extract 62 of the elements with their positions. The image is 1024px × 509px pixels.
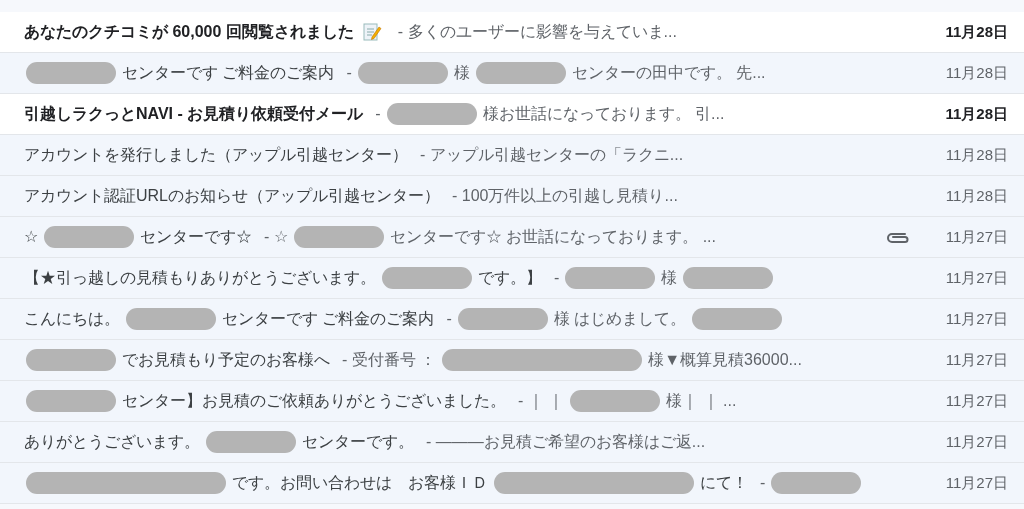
- message-row[interactable]: アカウントを発行しました（アップル引越センター） - アップル引越センターの「ラクニ... 11月28日: [0, 135, 1024, 176]
- subject-text: アカウントを発行しました（アップル引越センター）: [24, 145, 408, 165]
- snippet-text: センターの田中です。 先...: [571, 63, 766, 83]
- date-text: 11月27日: [944, 390, 1008, 411]
- subject-text: センター】お見積のご依頼ありがとうございました。: [122, 391, 506, 411]
- message-row[interactable]: でお見積もり予定のお客様へ - 受付番号 ： 様▼概算見積36000... 11月27日: [0, 340, 1024, 381]
- snippet-text: -: [554, 268, 560, 288]
- date-text: 11月28日: [944, 103, 1008, 124]
- subject-text: あなたのクチコミが 60,000 回閲覧されました: [24, 22, 354, 43]
- message-row[interactable]: ありがとうございます。 センターです。 - ―――お見積ご希望のお客様はご返... 11月27日: [0, 422, 1024, 463]
- message-row[interactable]: センターです ご料金のご案内 - 様 センターの田中です。 先... 11月28日: [0, 53, 1024, 94]
- date-text: 11月28日: [944, 62, 1008, 83]
- subject-text: こんにちは。: [24, 309, 120, 329]
- message-row[interactable]: です。お問い合わせは お客様ＩＤ にて！ - 11月27日: [0, 463, 1024, 504]
- snippet-text: - 100万件以上の引越し見積り...: [452, 186, 678, 206]
- snippet-text: 様▼概算見積36000...: [648, 350, 802, 370]
- date-text: 11月27日: [944, 472, 1008, 493]
- date-text: 11月27日: [944, 226, 1008, 247]
- snippet-text: - アップル引越センターの「ラクニ...: [420, 145, 684, 165]
- snippet-text: -: [375, 104, 381, 124]
- subject-text: アカウント認証URLのお知らせ（アップル引越センター）: [24, 186, 440, 206]
- message-row[interactable]: センター】お見積のご依頼ありがとうございました。 - ｜ ｜ 様｜ ｜ ... 11月27日: [0, 381, 1024, 422]
- subject-text: センターです ご料金のご案内: [222, 309, 435, 329]
- snippet-text: - ｜ ｜: [518, 391, 565, 412]
- snippet-text: - ☆: [264, 227, 288, 247]
- snippet-text: -: [346, 63, 352, 83]
- date-text: 11月27日: [944, 431, 1008, 452]
- snippet-text: 様｜ ｜ ...: [666, 391, 737, 412]
- snippet-text: -: [760, 473, 766, 493]
- subject-text: センターです。: [302, 432, 414, 452]
- snippet-text: - 多くのユーザーに影響を与えていま...: [397, 22, 677, 42]
- date-text: 11月27日: [944, 308, 1008, 329]
- date-text: 11月28日: [944, 144, 1008, 165]
- message-row[interactable]: ☆ センターです☆ - ☆ センターです☆ お世話になっております。 ... 11月27日: [0, 217, 1024, 258]
- message-row[interactable]: あなたのクチコミが 60,000 回閲覧されました - 多くのユーザーに影響を与えていま... 11月28日: [0, 12, 1024, 53]
- date-text: 11月28日: [944, 21, 1008, 42]
- message-row[interactable]: アカウント認証URLのお知らせ（アップル引越センター） - 100万件以上の引越し見積り... 11月28日: [0, 176, 1024, 217]
- subject-text: でお見積もり予定のお客様へ: [122, 350, 330, 370]
- snippet-text: 様 はじめまして。: [553, 309, 687, 329]
- subject-text: にて！: [700, 473, 748, 493]
- message-row[interactable]: こんにちは。 センターです ご料金のご案内 - 様 はじめまして。 11月27日: [0, 299, 1024, 340]
- date-text: 11月28日: [944, 185, 1008, 206]
- subject-text: 【★引っ越しの見積もりありがとうございます。: [24, 268, 376, 288]
- message-row[interactable]: 引越しラクっとNAVI - お見積り依頼受付メール - 様お世話になっております。 引... 11月28日: [0, 94, 1024, 135]
- subject-text: です。】: [478, 268, 542, 288]
- snippet-text: - ―――お見積ご希望のお客様はご返...: [426, 432, 706, 452]
- snippet-text: 様: [453, 63, 470, 83]
- snippet-text: 様お世話になっております。 引...: [482, 104, 725, 124]
- snippet-text: 様: [661, 268, 678, 288]
- subject-text: です。お問い合わせは お客様ＩＤ: [232, 473, 488, 493]
- message-row[interactable]: 【★引っ越しの見積もりありがとうございます。 です。】 - 様 11月27日: [0, 258, 1024, 299]
- snippet-text: センターです☆ お世話になっております。 ...: [389, 227, 716, 247]
- subject-text: 引越しラクっとNAVI - お見積り依頼受付メール: [24, 104, 364, 124]
- date-text: 11月27日: [944, 349, 1008, 370]
- memo-icon: [361, 22, 382, 42]
- subject-text: センターです ご料金のご案内: [122, 63, 335, 83]
- subject-text: ☆: [24, 227, 38, 247]
- snippet-text: -: [446, 309, 452, 329]
- snippet-text: - 受付番号 ：: [342, 350, 437, 370]
- subject-text: センターです☆: [140, 227, 252, 247]
- date-text: 11月27日: [944, 267, 1008, 288]
- subject-text: ありがとうございます。: [24, 432, 200, 452]
